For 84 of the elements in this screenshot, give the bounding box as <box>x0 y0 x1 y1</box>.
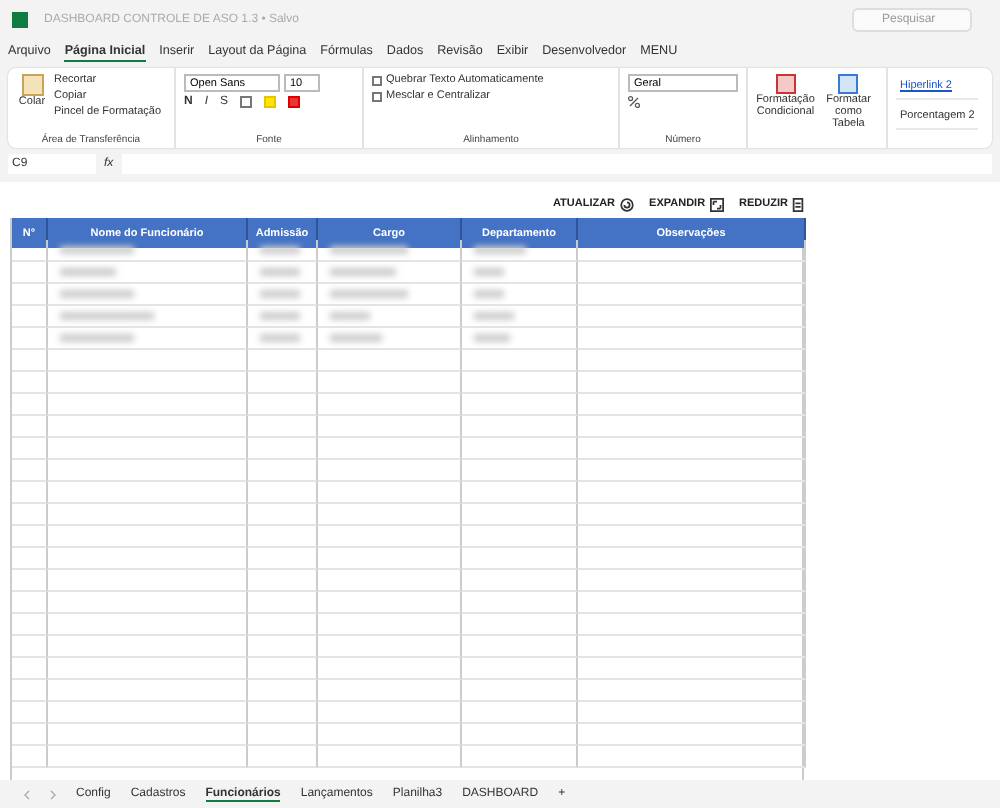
blurred-text <box>60 290 135 298</box>
table-cell <box>318 460 462 482</box>
blurred-text <box>60 246 135 254</box>
table-cell <box>318 658 462 680</box>
table-cell <box>318 724 462 746</box>
table-cell <box>248 614 318 636</box>
table-cell <box>248 482 318 504</box>
table-cell <box>462 592 578 614</box>
blurred-text <box>474 334 510 342</box>
table-cell <box>318 592 462 614</box>
refresh-icon <box>619 197 634 211</box>
table-cell <box>462 394 578 416</box>
blurred-text <box>60 334 135 342</box>
app-icon <box>12 12 28 28</box>
blurred-text <box>260 268 300 276</box>
table-cell <box>462 658 578 680</box>
table-cell <box>462 482 578 504</box>
table-cell <box>248 372 318 394</box>
table-cell <box>462 504 578 526</box>
table-cell <box>248 724 318 746</box>
border-icon[interactable] <box>240 96 253 108</box>
table-cell <box>248 394 318 416</box>
table-cell <box>248 548 318 570</box>
table-cell <box>462 636 578 658</box>
blurred-text <box>60 312 153 320</box>
table-cell <box>248 746 318 768</box>
table-cell <box>248 658 318 680</box>
table-cell <box>318 394 462 416</box>
table-cell <box>462 702 578 724</box>
table-cell <box>462 746 578 768</box>
percent-icon[interactable] <box>628 96 640 108</box>
blurred-text <box>474 290 505 298</box>
table-cell <box>462 680 578 702</box>
blurred-text <box>474 268 505 276</box>
table-cell <box>248 702 318 724</box>
table-cell <box>248 636 318 658</box>
fill-color-icon[interactable] <box>264 96 277 108</box>
blurred-text <box>260 246 300 254</box>
table-cell <box>318 482 462 504</box>
table-cell <box>462 570 578 592</box>
blurred-text <box>330 312 369 320</box>
table-cell <box>248 570 318 592</box>
table-cell <box>462 526 578 548</box>
table-cell <box>318 614 462 636</box>
table-cell <box>462 724 578 746</box>
table-cell <box>318 526 462 548</box>
table-cell <box>318 548 462 570</box>
blurred-text <box>60 268 116 276</box>
expand-icon <box>709 197 724 211</box>
table-cell <box>318 416 462 438</box>
blurred-text <box>260 312 300 320</box>
table-cell <box>318 372 462 394</box>
table-cell <box>248 504 318 526</box>
table-cell <box>318 680 462 702</box>
reduce-icon <box>792 197 804 211</box>
table-cell <box>318 746 462 768</box>
table-cell <box>462 548 578 570</box>
blurred-text <box>474 312 515 320</box>
prev-sheet-icon[interactable] <box>24 789 30 799</box>
table-cell <box>248 680 318 702</box>
blurred-text <box>330 246 408 254</box>
table-cell <box>318 570 462 592</box>
blurred-text <box>330 290 408 298</box>
table-cell <box>318 438 462 460</box>
font-color-icon[interactable] <box>288 96 301 108</box>
table-cell <box>248 526 318 548</box>
table-cell <box>462 372 578 394</box>
table-cell <box>248 592 318 614</box>
blurred-text <box>260 290 300 298</box>
table-cell <box>318 504 462 526</box>
blurred-text <box>330 268 395 276</box>
table-cell <box>462 614 578 636</box>
table-cell <box>248 460 318 482</box>
table-cell <box>462 460 578 482</box>
table-cell <box>462 438 578 460</box>
table-cell <box>462 416 578 438</box>
blurred-text <box>330 334 382 342</box>
table-cell <box>248 438 318 460</box>
table-cell <box>248 416 318 438</box>
blurred-text <box>260 334 300 342</box>
blurred-text <box>474 246 525 254</box>
table-cell <box>318 702 462 724</box>
table-cell <box>318 636 462 658</box>
next-sheet-icon[interactable] <box>50 789 56 799</box>
